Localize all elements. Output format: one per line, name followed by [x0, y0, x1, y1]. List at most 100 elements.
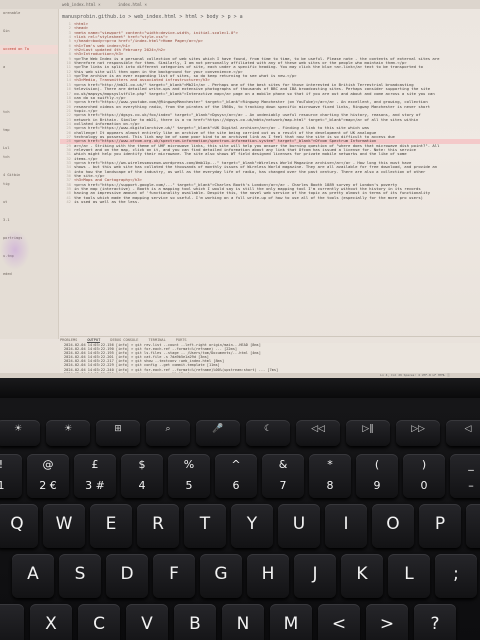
- number-key[interactable]: _ –: [450, 454, 480, 498]
- sidebar-item[interactable]: 3.1: [0, 216, 58, 225]
- letter-key-;[interactable]: ;: [435, 554, 477, 598]
- letter-key-?[interactable]: ?: [414, 604, 456, 640]
- key-label: ☀: [13, 424, 23, 434]
- number-key[interactable]: (9: [356, 454, 398, 498]
- function-key[interactable]: ⌕: [146, 420, 190, 446]
- sidebar-item[interactable]: Lul: [0, 144, 58, 153]
- sidebar-item[interactable]: [0, 72, 58, 81]
- letter-key-j[interactable]: J: [294, 554, 336, 598]
- function-key[interactable]: ◁: [446, 420, 480, 446]
- panel-tab-terminal[interactable]: TERMINAL: [148, 338, 165, 342]
- number-key[interactable]: @2 €: [27, 454, 69, 498]
- shift-key[interactable]: [0, 604, 24, 640]
- sidebar-item[interactable]: [0, 36, 58, 45]
- key-label: 9: [373, 479, 381, 492]
- letter-key->[interactable]: >: [366, 604, 408, 640]
- key-label: ☀: [63, 424, 73, 434]
- number-key[interactable]: £3 #: [74, 454, 116, 498]
- letter-key-g[interactable]: G: [200, 554, 242, 598]
- letter-key-s[interactable]: S: [59, 554, 101, 598]
- sidebar-item[interactable]: a: [0, 63, 58, 72]
- sidebar-item[interactable]: [0, 81, 58, 90]
- number-key[interactable]: ) 0: [403, 454, 445, 498]
- function-key[interactable]: ▷▷: [396, 420, 440, 446]
- letter-key-i[interactable]: I: [325, 504, 367, 548]
- letter-key-<[interactable]: <: [318, 604, 360, 640]
- sidebar-item[interactable]: [0, 207, 58, 216]
- sidebar-item[interactable]: [0, 99, 58, 108]
- number-key[interactable]: $4: [121, 454, 163, 498]
- letter-key-c[interactable]: C: [78, 604, 120, 640]
- key-label: U: [292, 514, 306, 534]
- sidebar-item[interactable]: [0, 189, 58, 198]
- letter-key-v[interactable]: V: [126, 604, 168, 640]
- sidebar-item[interactable]: [0, 117, 58, 126]
- sidebar-item[interactable]: [0, 162, 58, 171]
- letter-key-k[interactable]: K: [341, 554, 383, 598]
- key-label: S: [74, 564, 86, 584]
- letter-key-h[interactable]: H: [247, 554, 289, 598]
- function-key[interactable]: ⊞: [96, 420, 140, 446]
- panel-tab-problems[interactable]: PROBLEMS: [60, 338, 77, 342]
- sidebar-item[interactable]: [0, 135, 58, 144]
- editor-tab-web-index[interactable]: web_index.html ×: [62, 0, 101, 9]
- panel-tab-ports[interactable]: PORTS: [176, 338, 187, 342]
- letter-key-u[interactable]: U: [278, 504, 320, 548]
- letter-key-o[interactable]: O: [372, 504, 414, 548]
- letter-key-n[interactable]: N: [222, 604, 264, 640]
- number-key[interactable]: ^ 6: [215, 454, 257, 498]
- screen-glare: [0, 230, 30, 270]
- key-label: ◁◁: [311, 424, 325, 434]
- letter-key-m[interactable]: M: [270, 604, 312, 640]
- sidebar-item[interactable]: [0, 18, 58, 27]
- code-line[interactable]: 42 is used as well as the less.: [60, 200, 480, 204]
- sidebar-item[interactable]: eded: [0, 270, 58, 279]
- sidebar-item[interactable]: ucceed on Ta: [0, 45, 58, 54]
- sidebar-item[interactable]: 4 Gitbin: [0, 171, 58, 180]
- function-key[interactable]: ◁◁: [296, 420, 340, 446]
- code-text: is used as well as the less.: [74, 200, 140, 205]
- letter-key-{[interactable]: {: [466, 504, 480, 548]
- function-key[interactable]: 🎤: [196, 420, 240, 446]
- letter-key-e[interactable]: E: [90, 504, 132, 548]
- function-key[interactable]: ☾: [246, 420, 290, 446]
- number-key[interactable]: !1: [0, 454, 22, 498]
- sidebar-item[interactable]: tmp: [0, 126, 58, 135]
- sidebar-item[interactable]: Gin: [0, 27, 58, 36]
- letter-key-p[interactable]: P: [419, 504, 461, 548]
- sidebar-item[interactable]: tig: [0, 180, 58, 189]
- sidebar-item[interactable]: ut: [0, 198, 58, 207]
- key-label: 6: [232, 479, 240, 492]
- sidebar-item[interactable]: [0, 54, 58, 63]
- sidebar-item[interactable]: orenable: [0, 9, 58, 18]
- letter-key-d[interactable]: D: [106, 554, 148, 598]
- letter-key-r[interactable]: R: [137, 504, 179, 548]
- panel-tab-debug-console[interactable]: DEBUG CONSOLE: [110, 338, 138, 342]
- letter-key-l[interactable]: L: [388, 554, 430, 598]
- letter-key-t[interactable]: T: [184, 504, 226, 548]
- sidebar-item[interactable]: [0, 90, 58, 99]
- sidebar-item[interactable]: tch: [0, 108, 58, 117]
- editor-tab-index[interactable]: index.html ×: [118, 0, 147, 9]
- key-label: E: [105, 514, 117, 534]
- letter-key-b[interactable]: B: [174, 604, 216, 640]
- number-key[interactable]: % 5: [168, 454, 210, 498]
- letter-key-x[interactable]: X: [30, 604, 72, 640]
- key-label: *: [327, 458, 333, 471]
- function-key[interactable]: ☀: [46, 420, 90, 446]
- function-key[interactable]: ☀: [0, 420, 40, 446]
- key-label: O: [386, 514, 400, 534]
- letter-key-w[interactable]: W: [43, 504, 85, 548]
- letter-key-q[interactable]: Q: [0, 504, 38, 548]
- code-editor[interactable]: 1 <html> 2 <head> 3 <meta name="viewport" c…: [60, 22, 480, 340]
- letter-key-a[interactable]: A: [12, 554, 54, 598]
- breadcrumb[interactable]: manusprobin.github.io > web_index.html >…: [62, 14, 243, 20]
- sidebar-item[interactable]: tch: [0, 153, 58, 162]
- number-key[interactable]: * 8: [309, 454, 351, 498]
- number-key[interactable]: & 7: [262, 454, 304, 498]
- letter-key-y[interactable]: Y: [231, 504, 273, 548]
- function-key[interactable]: ▷‖: [346, 420, 390, 446]
- key-label: 5: [185, 479, 193, 492]
- key-label: Q: [10, 514, 24, 534]
- letter-key-f[interactable]: F: [153, 554, 195, 598]
